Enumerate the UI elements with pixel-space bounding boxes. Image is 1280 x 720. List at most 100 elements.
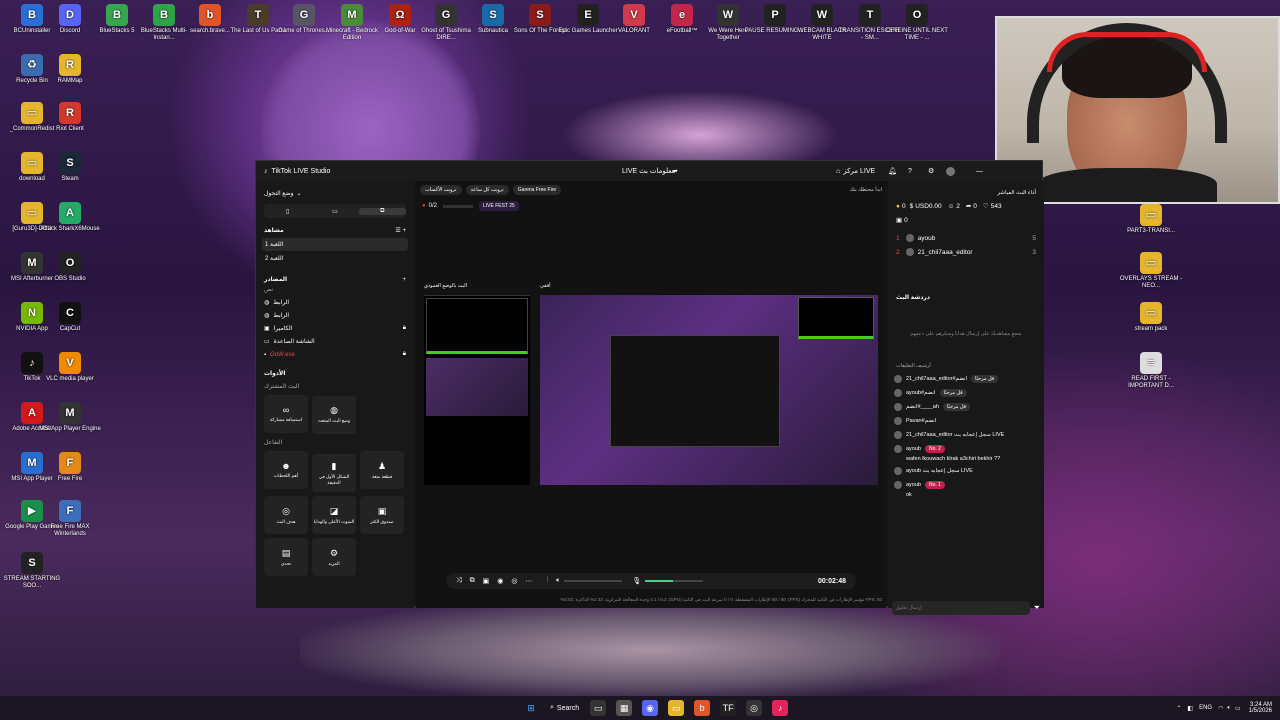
- top-viewer-row[interactable]: 1 ayoub 5: [888, 231, 1044, 245]
- clock-date[interactable]: 1/5/2026: [1249, 708, 1272, 714]
- layout-mode-dropdown[interactable]: وضع التحول ⌄: [256, 187, 414, 200]
- source-item[interactable]: ◍ الرابط: [256, 309, 414, 322]
- landscape-icon[interactable]: ▭: [311, 208, 358, 215]
- source-item[interactable]: ◍ الرابط: [256, 296, 414, 309]
- chip-dropdown[interactable]: ترويب الأكساب: [420, 185, 462, 195]
- desktop-icon[interactable]: A Attack SharkX6Mouse: [38, 202, 102, 233]
- comment-item[interactable]: انضم#____ah قل مرحبًا: [888, 400, 1044, 414]
- tool-button[interactable]: ♟ قطعة متعة: [360, 451, 404, 489]
- desktop-icon[interactable]: M MSI App Player Engine: [38, 402, 102, 433]
- go-live-center-button[interactable]: ⌂ مركز LIVE: [836, 167, 875, 176]
- vertical-preview[interactable]: [424, 295, 530, 485]
- more-icon[interactable]: ⋯: [525, 577, 532, 585]
- broadcast-info-title[interactable]: LIVE معلومات بث: [622, 167, 675, 175]
- desktop-icon[interactable]: R RAMMap: [38, 54, 102, 85]
- comment-item[interactable]: ayoub No. 1 ok: [888, 478, 1044, 500]
- help-icon[interactable]: ?: [908, 168, 912, 175]
- comment-item[interactable]: 21_chil7aaa_editor سجل إعجابه بث LIVE: [888, 428, 1044, 442]
- speaker-volume-slider[interactable]: [564, 580, 623, 582]
- tiktok-font-icon[interactable]: TF: [720, 700, 737, 716]
- file-explorer-icon[interactable]: ▭: [668, 700, 685, 716]
- task-view-icon[interactable]: ▭: [590, 700, 607, 716]
- portrait-icon[interactable]: ▯: [264, 208, 311, 215]
- desktop-icon[interactable]: ≡ READ FIRST - IMPORTANT D...: [1119, 352, 1183, 390]
- comment-item[interactable]: Pavan#انضم: [888, 414, 1044, 428]
- capture-icon[interactable]: ⧉: [470, 577, 475, 585]
- volume-icon[interactable]: 🔈︎: [1227, 705, 1231, 712]
- comment-item[interactable]: ayoub سجل إعجابه بث LIVE: [888, 464, 1044, 478]
- add-scene-icon[interactable]: +: [402, 228, 406, 234]
- horizontal-preview[interactable]: [540, 295, 878, 485]
- taskbar-search[interactable]: ⌕ Search: [550, 704, 579, 712]
- lock-icon[interactable]: 🔒︎: [403, 351, 406, 358]
- comment-item[interactable]: ayoub#انضم قل مرحبًا: [888, 386, 1044, 400]
- desktop-icon[interactable]: S STREAM STARTING SOO...: [0, 552, 64, 590]
- source-item[interactable]: ▣ الكاميرا 🔒︎: [256, 322, 414, 335]
- desktop-icon[interactable]: R Riot Client: [38, 102, 102, 133]
- mic-volume-slider[interactable]: [645, 580, 704, 582]
- game-chip[interactable]: Garena Free Fire: [512, 185, 562, 195]
- tool-button[interactable]: ∞ استضافة مشاركة: [264, 395, 308, 433]
- list-icon[interactable]: ☰: [395, 228, 400, 234]
- say-hi-button[interactable]: قل مرحبًا: [942, 403, 971, 411]
- wifi-icon[interactable]: ◠: [1218, 705, 1223, 712]
- battery-icon[interactable]: ▭: [1235, 705, 1241, 712]
- gear-icon[interactable]: ⚙: [928, 167, 934, 175]
- tool-button[interactable]: ◪ الصوت الأعلى والهدايا: [312, 496, 356, 534]
- language-indicator[interactable]: ENG: [1199, 705, 1212, 711]
- minimize-icon[interactable]: —: [976, 168, 983, 175]
- tray-chevron-icon[interactable]: ⌃: [1176, 705, 1181, 712]
- scene-item[interactable]: اللعبة 2: [262, 252, 408, 265]
- tool-button[interactable]: ◍ وضع البث المتعدد: [312, 395, 356, 434]
- desktop-icon[interactable]: O OBS Studio: [38, 252, 102, 283]
- widgets-icon[interactable]: ▦: [616, 700, 633, 716]
- chip-dropdown[interactable]: ترويب كل ساعة: [465, 185, 509, 195]
- event-badge[interactable]: LIVE FEST 25: [478, 201, 519, 211]
- share-icon[interactable]: ➦: [672, 167, 678, 175]
- top-viewer-row[interactable]: 2 21_chil7aaa_editor 3: [888, 245, 1044, 259]
- tool-button[interactable]: ☻ أهم اللحظات: [264, 450, 308, 489]
- windows-start-icon[interactable]: ⊞: [523, 700, 539, 716]
- say-hi-button[interactable]: قل مرحبًا: [971, 375, 999, 383]
- desktop-icon[interactable]: S Steam: [38, 152, 102, 183]
- source-item[interactable]: ▪ GoW.exe 🔒︎: [256, 348, 414, 361]
- desktop-icon[interactable]: O OFFLINE UNTIL NEXT TIME - ...: [885, 4, 949, 42]
- tool-button[interactable]: ▮ الشكل الأول في الدقيقة: [312, 454, 356, 492]
- transition-icon[interactable]: ⤨: [456, 577, 462, 585]
- camera-icon[interactable]: ◎: [511, 577, 517, 585]
- mixer-icon[interactable]: ⫶: [546, 577, 548, 585]
- brave-browser-icon[interactable]: b: [694, 700, 711, 716]
- desktop-icon[interactable]: ▭ PART3-TRANSI...: [1119, 204, 1183, 235]
- desktop-icon[interactable]: V VLC media player: [38, 352, 102, 383]
- comment-item[interactable]: 21_chil7aaa_editor#انضم قل مرحبًا: [888, 372, 1044, 386]
- say-hi-button[interactable]: قل مرحبًا: [939, 389, 967, 397]
- bell-icon[interactable]: 🔔︎: [888, 167, 897, 175]
- dual-mode-icon[interactable]: ⧉: [358, 207, 406, 215]
- chat-app-icon[interactable]: ◉: [642, 700, 659, 716]
- tool-button[interactable]: ▣ صندوق الكنز: [360, 496, 404, 534]
- scene-item[interactable]: اللعبة 1: [262, 238, 408, 251]
- speaker-icon[interactable]: 🔈︎: [556, 577, 560, 585]
- microphone-icon[interactable]: 🎙︎: [632, 577, 641, 585]
- filter-icon[interactable]: ⏷: [1034, 603, 1040, 613]
- source-item[interactable]: ▭ الشاشة الصاعدة: [256, 335, 414, 348]
- desktop-icon[interactable]: F Free Fire MAX Winterlands: [38, 500, 102, 538]
- tray-app-icon[interactable]: ◧: [1187, 705, 1193, 712]
- tool-button[interactable]: ◎ هدف البث: [264, 496, 308, 534]
- tool-button[interactable]: ▤ تحدي: [264, 538, 308, 576]
- comment-input[interactable]: [892, 601, 1030, 615]
- desktop-icon[interactable]: C CapCut: [38, 302, 102, 333]
- tool-button[interactable]: ⚙ المزيد: [312, 538, 356, 576]
- desktop-icon[interactable]: ▭ stream pack: [1119, 302, 1183, 333]
- record-icon[interactable]: ◉: [497, 577, 503, 585]
- desktop-icon[interactable]: F Free Fire: [38, 452, 102, 483]
- desktop-icon[interactable]: ▭ OVERLAYS STREAM - NEO...: [1119, 252, 1183, 290]
- screen-icon[interactable]: ▣: [483, 577, 490, 585]
- tiktok-live-studio-taskbar-icon[interactable]: ♪: [772, 700, 789, 716]
- avatar[interactable]: [946, 166, 955, 176]
- comment-item[interactable]: ayoub No. 2 wafen lkouwach klrak a3chiri b…: [888, 442, 1044, 464]
- desktop-icon-label: OVERLAYS STREAM - NEO...: [1119, 276, 1183, 289]
- steam-taskbar-icon[interactable]: ◎: [746, 700, 763, 716]
- lock-icon[interactable]: 🔒︎: [403, 325, 406, 332]
- add-source-icon[interactable]: +: [402, 277, 406, 283]
